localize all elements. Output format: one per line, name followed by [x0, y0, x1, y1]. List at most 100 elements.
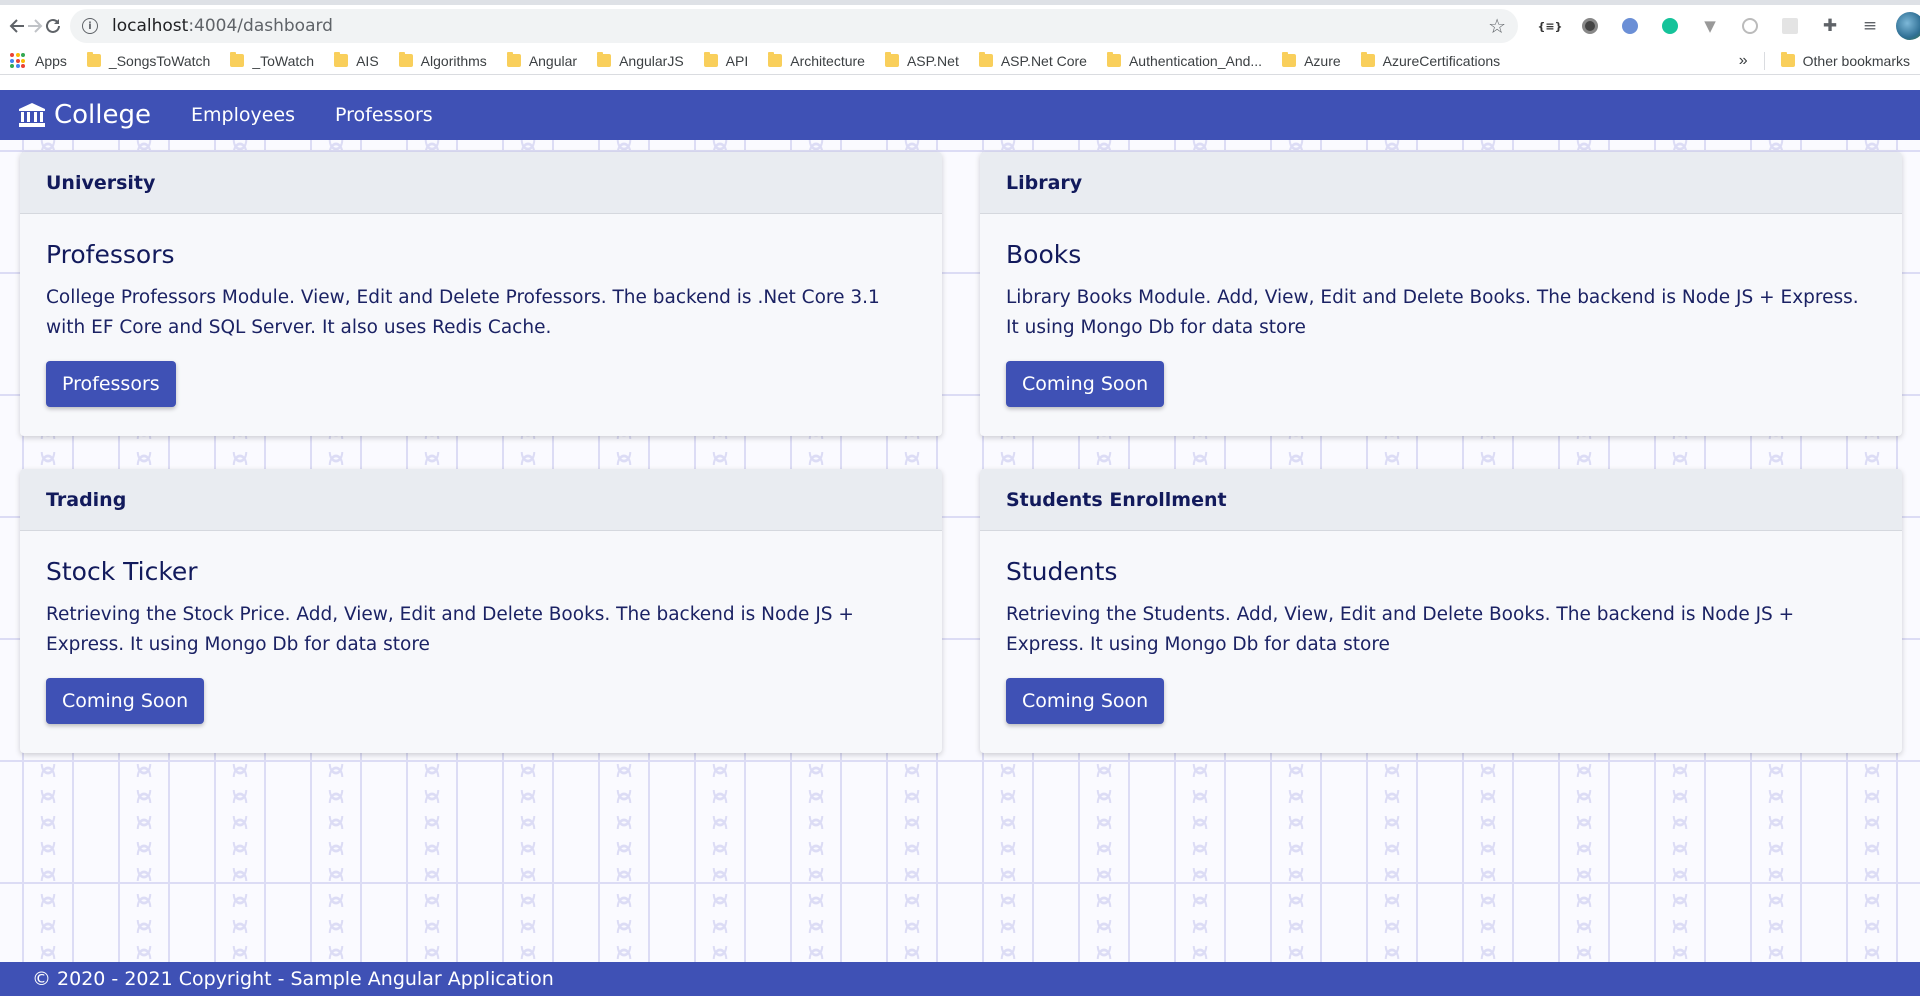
card-trading: Trading Stock Ticker Retrieving the Stoc… [20, 469, 942, 753]
footer-copyright: © 2020 - 2021 Copyright - Sample Angular… [32, 968, 554, 990]
card-title: Stock Ticker [46, 557, 198, 586]
folder-icon [1780, 52, 1795, 67]
browser-toolbar: i localhost:4004/dashboard ☆ {≡} ▼ ✚ ≡ ⋮ [0, 5, 1920, 47]
media-control-icon[interactable]: ≡ [1850, 9, 1890, 43]
more-bookmarks-chevron[interactable]: » [1739, 52, 1748, 70]
folder-icon [334, 52, 349, 67]
bookmark-folder[interactable]: Algorithms [398, 52, 487, 69]
bookmark-label: AIS [356, 52, 379, 69]
dashboard-content: University Professors College Professors… [0, 140, 1920, 962]
card-body: Stock Ticker Retrieving the Stock Price.… [20, 531, 942, 724]
bookmark-folder[interactable]: Azure [1282, 52, 1341, 69]
grey-extension-icon[interactable] [1770, 9, 1810, 43]
bookmark-label: Authentication_And... [1128, 52, 1263, 69]
card-body: Professors College Professors Module. Vi… [20, 214, 942, 407]
target-extension-icon[interactable] [1730, 9, 1770, 43]
bookmark-folder[interactable]: _SongsToWatch [86, 52, 211, 69]
bookmark-folder[interactable]: AIS [334, 52, 379, 69]
card-title: Professors [46, 240, 175, 269]
bookmark-folder[interactable]: Architecture [768, 52, 865, 69]
reload-button[interactable] [44, 9, 62, 43]
professors-button[interactable]: Professors [46, 361, 176, 407]
card-title: Students [1006, 557, 1118, 586]
bookmark-label: Architecture [790, 52, 865, 69]
profile-avatar[interactable] [1890, 9, 1920, 43]
vue-devtools-icon[interactable]: ▼ [1690, 9, 1730, 43]
puzzle-extensions-icon[interactable]: ✚ [1810, 9, 1850, 43]
forward-button[interactable] [26, 9, 44, 43]
arrow-right-icon [28, 19, 43, 33]
card-header: Trading [20, 469, 942, 531]
bookmark-label: Angular [528, 52, 578, 69]
app-navbar: College Employees Professors [0, 90, 1920, 140]
nav-link-professors[interactable]: Professors [335, 104, 433, 126]
blue-extension-icon[interactable] [1610, 9, 1650, 43]
bookmarks-bar: Apps _SongsToWatch _ToWatch AIS Algorithms An… [0, 47, 1920, 75]
grammarly-icon[interactable] [1650, 9, 1690, 43]
folder-icon [506, 52, 521, 67]
bookmark-label: Apps [35, 52, 67, 69]
card-text: Library Books Module. Add, View, Edit an… [1006, 287, 1859, 338]
students-coming-soon-button[interactable]: Coming Soon [1006, 678, 1165, 724]
card-header: Students Enrollment [980, 469, 1902, 531]
address-bar[interactable]: i localhost:4004/dashboard ☆ [70, 9, 1518, 43]
folder-icon [597, 52, 612, 67]
bookmark-apps[interactable]: Apps [10, 53, 67, 69]
bookmark-label: _SongsToWatch [108, 52, 211, 69]
apps-grid-icon [10, 53, 25, 68]
folder-icon [230, 52, 245, 67]
bookmark-label: AzureCertifications [1382, 52, 1501, 69]
bookmark-folder[interactable]: AzureCertifications [1360, 52, 1501, 69]
card-body: Students Retrieving the Students. Add, V… [980, 531, 1902, 724]
card-text: Retrieving the Students. Add, View, Edit… [1006, 604, 1795, 655]
stock-ticker-coming-soon-button[interactable]: Coming Soon [46, 678, 205, 724]
other-bookmarks-link[interactable]: Other bookmarks [1803, 53, 1910, 69]
back-button[interactable] [8, 9, 26, 43]
folder-icon [768, 52, 783, 67]
folder-icon [978, 52, 993, 67]
bookmark-label: _ToWatch [252, 52, 315, 69]
bookmark-label: AngularJS [619, 52, 684, 69]
bookmark-folder[interactable]: Authentication_And... [1106, 52, 1263, 69]
brand-link[interactable]: College [18, 100, 151, 130]
bookmark-label: Algorithms [420, 52, 487, 69]
json-viewer-label: {≡} [1537, 19, 1563, 33]
books-coming-soon-button[interactable]: Coming Soon [1006, 361, 1165, 407]
card-title: Books [1006, 240, 1082, 269]
bookmark-folder[interactable]: Angular [506, 52, 578, 69]
page-footer: © 2020 - 2021 Copyright - Sample Angular… [0, 962, 1920, 996]
bookmarks-overflow: » Other bookmarks [1739, 51, 1910, 70]
bookmarks-divider [1763, 51, 1765, 70]
card-university: University Professors College Professors… [20, 152, 942, 436]
bookmark-label: API [725, 52, 749, 69]
card-students-enrollment: Students Enrollment Students Retrieving … [980, 469, 1902, 753]
card-text: Retrieving the Stock Price. Add, View, E… [46, 604, 854, 655]
folder-icon [1360, 52, 1375, 67]
extensions-area: {≡} ▼ ✚ ≡ ⋮ [1530, 9, 1920, 43]
json-viewer-extension-icon[interactable]: {≡} [1530, 9, 1570, 43]
card-text: College Professors Module. View, Edit an… [46, 287, 880, 338]
bookmark-folder[interactable]: ASP.Net [884, 52, 959, 69]
bookmark-label: ASP.Net [906, 52, 959, 69]
card-library: Library Books Library Books Module. Add,… [980, 152, 1902, 436]
url-path: :4004/dashboard [188, 16, 333, 36]
bookmark-star-icon[interactable]: ☆ [1488, 14, 1506, 38]
bookmark-folder[interactable]: _ToWatch [230, 52, 315, 69]
bookmark-folder[interactable]: ASP.Net Core [978, 52, 1087, 69]
reload-icon [46, 18, 60, 33]
url-host: localhost [112, 16, 189, 36]
bookmark-label: Azure [1304, 52, 1341, 69]
folder-icon [86, 52, 101, 67]
site-info-icon[interactable]: i [82, 18, 98, 34]
folder-icon [703, 52, 718, 67]
bookmark-folder[interactable]: AngularJS [597, 52, 684, 69]
folder-icon [884, 52, 899, 67]
brand-label: College [54, 100, 152, 130]
bookmark-folder[interactable]: API [703, 52, 749, 69]
nav-link-employees[interactable]: Employees [191, 104, 295, 126]
bookmark-label: ASP.Net Core [1000, 52, 1087, 69]
circle-extension-icon[interactable] [1570, 9, 1610, 43]
url-text: localhost:4004/dashboard [112, 16, 333, 36]
folder-icon [1106, 52, 1121, 67]
card-header: Library [980, 152, 1902, 214]
